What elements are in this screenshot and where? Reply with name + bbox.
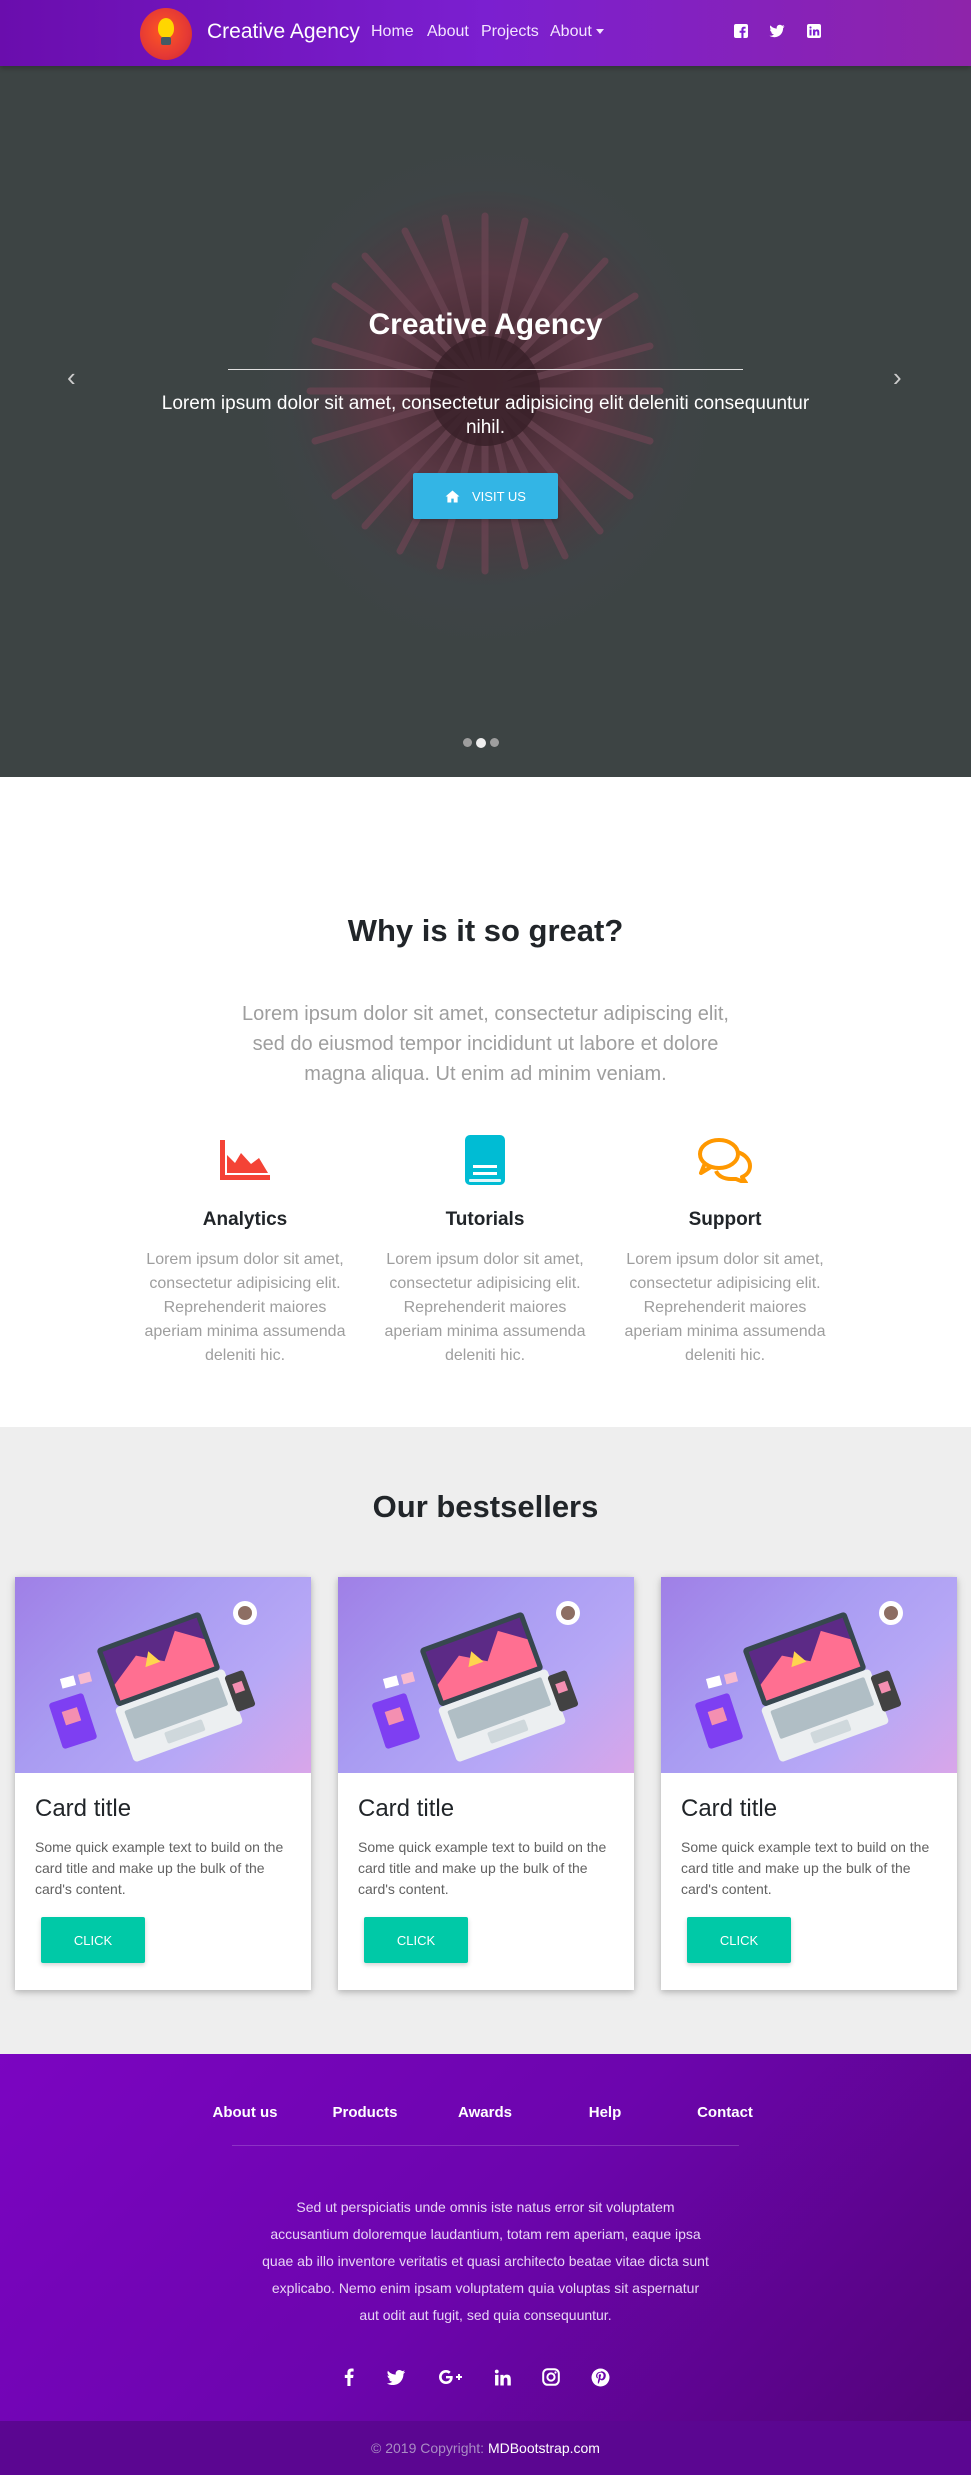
- footer-divider: [232, 2145, 739, 2146]
- lightbulb-icon: [158, 18, 174, 38]
- feature-title: Support: [688, 1209, 762, 1230]
- carousel-indicator[interactable]: [463, 738, 472, 747]
- footer-link-about-us[interactable]: About us: [185, 2104, 305, 2121]
- carousel-indicator-active[interactable]: [476, 737, 486, 748]
- lightbulb-base: [161, 37, 171, 45]
- google-plus-icon[interactable]: [438, 2366, 464, 2388]
- home-icon: [445, 489, 460, 503]
- pinterest-icon[interactable]: [589, 2366, 611, 2388]
- footer-link-awards[interactable]: Awards: [425, 2104, 545, 2121]
- footer-link-products[interactable]: Products: [305, 2104, 425, 2121]
- visit-us-label: Visit us: [472, 488, 526, 504]
- footer-link-contact[interactable]: Contact: [665, 2104, 785, 2121]
- footer-text: Sed ut perspiciatis unde omnis iste natu…: [262, 2199, 709, 2323]
- card-click-button[interactable]: CLICK: [687, 1917, 791, 1963]
- linkedin-icon[interactable]: [806, 23, 822, 39]
- feature-tutorials: Tutorials Lorem ipsum dolor sit amet, co…: [380, 1130, 590, 1368]
- feature-text: Lorem ipsum dolor sit amet, consectetur …: [144, 1251, 346, 1364]
- nav-home[interactable]: Home: [371, 23, 414, 41]
- brand-name[interactable]: Creative Agency: [207, 20, 360, 44]
- caret-down-icon: [595, 29, 604, 35]
- carousel-prev-arrow[interactable]: ‹: [67, 364, 76, 390]
- feature-title: Analytics: [202, 1209, 288, 1230]
- feature-analytics: Analytics Lorem ipsum dolor sit amet, co…: [140, 1130, 350, 1368]
- brand-logo[interactable]: [140, 8, 192, 60]
- instagram-icon[interactable]: [540, 2366, 562, 2388]
- bestsellers-section: Our bestsellers Card title Some quick ex…: [0, 1427, 971, 2054]
- card-click-button[interactable]: CLICK: [41, 1917, 145, 1963]
- carousel-indicator[interactable]: [490, 738, 499, 747]
- laptop-workspace-image: [695, 1601, 903, 1762]
- card-text: Some quick example text to build on the …: [35, 1839, 284, 1897]
- facebook-icon[interactable]: [733, 23, 749, 39]
- feature-title: Tutorials: [445, 1209, 525, 1230]
- card-image[interactable]: [15, 1577, 311, 1773]
- card-text: Some quick example text to build on the …: [358, 1839, 607, 1897]
- why-section-title: Why is it so great?: [347, 913, 624, 948]
- card-click-button[interactable]: CLICK: [364, 1917, 468, 1963]
- card-title: Card title: [681, 1795, 778, 1822]
- feature-text: Lorem ipsum dolor sit amet, consectetur …: [624, 1251, 826, 1364]
- product-card: Card title Some quick example text to bu…: [661, 1577, 957, 1990]
- copyright-link[interactable]: MDBootstrap.com: [488, 2440, 600, 2456]
- feature-support: Support Lorem ipsum dolor sit amet, cons…: [620, 1130, 830, 1368]
- bestsellers-title: Our bestsellers: [372, 1489, 599, 1524]
- card-image[interactable]: [338, 1577, 634, 1773]
- footer-link-help[interactable]: Help: [545, 2104, 665, 2121]
- nav-projects[interactable]: Projects: [481, 23, 539, 41]
- hero-title: Creative Agency: [368, 308, 603, 341]
- laptop-workspace-image: [372, 1601, 580, 1762]
- linkedin-icon[interactable]: [491, 2366, 513, 2388]
- book-icon: [465, 1135, 505, 1185]
- twitter-icon[interactable]: [385, 2366, 407, 2388]
- facebook-icon[interactable]: [338, 2366, 360, 2388]
- visit-us-button[interactable]: Visit us: [413, 473, 558, 519]
- copyright-bar: © 2019 Copyright: MDBootstrap.com: [0, 2421, 971, 2475]
- why-section-lead: Lorem ipsum dolor sit amet, consectetur …: [242, 1003, 729, 1085]
- laptop-workspace-image: [49, 1601, 257, 1762]
- card-text: Some quick example text to build on the …: [681, 1839, 930, 1897]
- copyright-text: © 2019 Copyright:: [371, 2440, 485, 2456]
- comments-icon: [698, 1138, 752, 1183]
- area-chart-icon: [220, 1140, 270, 1180]
- twitter-icon[interactable]: [769, 23, 785, 39]
- navbar: Creative Agency Home About Projects Abou…: [0, 0, 971, 66]
- nav-about-dropdown[interactable]: About: [550, 23, 604, 41]
- carousel-indicators: [463, 737, 499, 748]
- product-card: Card title Some quick example text to bu…: [338, 1577, 634, 1990]
- carousel-next-arrow[interactable]: ›: [893, 364, 902, 390]
- card-title: Card title: [358, 1795, 455, 1822]
- feature-text: Lorem ipsum dolor sit amet, consectetur …: [384, 1251, 586, 1364]
- hero-carousel: Creative Agency Lorem ipsum dolor sit am…: [0, 66, 971, 777]
- nav-dropdown-label: About: [550, 23, 592, 40]
- footer: About us Products Awards Help Contact Se…: [0, 2054, 971, 2421]
- hero-divider: [228, 369, 743, 370]
- hero-text: Lorem ipsum dolor sit amet, consectetur …: [161, 393, 810, 438]
- card-title: Card title: [35, 1795, 132, 1822]
- nav-about[interactable]: About: [427, 23, 469, 41]
- product-card: Card title Some quick example text to bu…: [15, 1577, 311, 1990]
- card-image[interactable]: [661, 1577, 957, 1773]
